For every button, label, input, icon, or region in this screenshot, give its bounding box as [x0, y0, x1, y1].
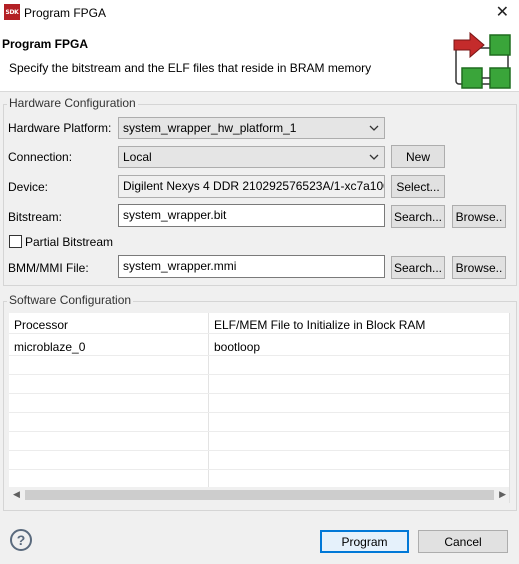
- table-row-empty: [9, 413, 509, 432]
- bmm-file-label: BMM/MMI File:: [8, 261, 89, 275]
- table-row-empty: [9, 451, 509, 470]
- hardware-platform-value: system_wrapper_hw_platform_1: [123, 121, 297, 135]
- device-label: Device:: [8, 180, 49, 194]
- help-icon[interactable]: ?: [10, 529, 32, 551]
- bmm-file-field[interactable]: system_wrapper.mmi: [118, 255, 385, 278]
- hardware-config-label: Hardware Configuration: [7, 96, 138, 110]
- bitstream-search-button[interactable]: Search...: [391, 205, 445, 228]
- connection-select[interactable]: Local: [118, 146, 385, 168]
- hardware-platform-label: Hardware Platform:: [8, 121, 112, 135]
- page-description: Specify the bitstream and the ELF files …: [9, 61, 372, 75]
- fpga-program-icon: [453, 31, 511, 89]
- partial-bitstream-label: Partial Bitstream: [25, 235, 114, 249]
- select-device-button[interactable]: Select...: [391, 175, 445, 198]
- scrollbar-thumb[interactable]: [25, 490, 494, 500]
- table-row-empty: [9, 375, 509, 394]
- sdk-app-icon: SDK: [4, 4, 20, 20]
- hardware-platform-select[interactable]: system_wrapper_hw_platform_1: [118, 117, 385, 139]
- partial-bitstream-checkbox[interactable]: [9, 235, 22, 248]
- close-icon[interactable]: ✕: [496, 2, 509, 22]
- scroll-right-icon[interactable]: ▶: [499, 489, 506, 500]
- table-row-empty: [9, 432, 509, 451]
- bitstream-browse-button[interactable]: Browse..: [452, 205, 506, 228]
- processor-cell: microblaze_0: [14, 340, 86, 354]
- connection-value: Local: [123, 150, 152, 164]
- program-button[interactable]: Program: [320, 530, 409, 553]
- scroll-left-icon[interactable]: ◀: [13, 489, 20, 500]
- column-header-processor: Processor: [14, 318, 69, 332]
- bitstream-label: Bitstream:: [8, 210, 63, 224]
- cancel-button[interactable]: Cancel: [418, 530, 508, 553]
- horizontal-scrollbar[interactable]: ◀ ▶: [9, 487, 509, 503]
- software-config-table: Processor ELF/MEM File to Initialize in …: [9, 313, 510, 503]
- elf-file-cell[interactable]: bootloop: [214, 340, 260, 354]
- software-config-label: Software Configuration: [7, 293, 134, 307]
- table-row-empty: [9, 356, 509, 375]
- table-row[interactable]: microblaze_0 bootloop: [9, 337, 509, 356]
- bitstream-field[interactable]: system_wrapper.bit: [118, 204, 385, 227]
- device-field[interactable]: Digilent Nexys 4 DDR 210292576523A/1-xc7…: [118, 175, 385, 198]
- new-connection-button[interactable]: New: [391, 145, 445, 168]
- dialog-header: Program FPGA Specify the bitstream and t…: [0, 26, 519, 92]
- table-header-row: Processor ELF/MEM File to Initialize in …: [9, 315, 509, 334]
- page-title: Program FPGA: [2, 37, 89, 51]
- chevron-down-icon: [369, 154, 379, 160]
- chevron-down-icon: [369, 125, 379, 131]
- bmm-search-button[interactable]: Search...: [391, 256, 445, 279]
- window-title: Program FPGA: [24, 6, 107, 20]
- title-bar: SDK Program FPGA ✕: [0, 0, 519, 26]
- connection-label: Connection:: [8, 150, 73, 164]
- column-header-elf-file: ELF/MEM File to Initialize in Block RAM: [214, 318, 426, 332]
- bmm-browse-button[interactable]: Browse..: [452, 256, 506, 279]
- table-row-empty: [9, 394, 509, 413]
